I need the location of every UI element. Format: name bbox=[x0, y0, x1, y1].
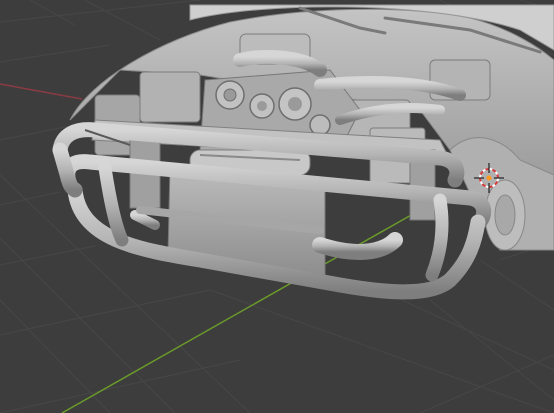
x-axis-line bbox=[0, 83, 83, 100]
car-front-model[interactable] bbox=[52, 4, 554, 300]
viewport-canvas[interactable] bbox=[0, 0, 554, 413]
3d-viewport[interactable] bbox=[0, 0, 554, 413]
